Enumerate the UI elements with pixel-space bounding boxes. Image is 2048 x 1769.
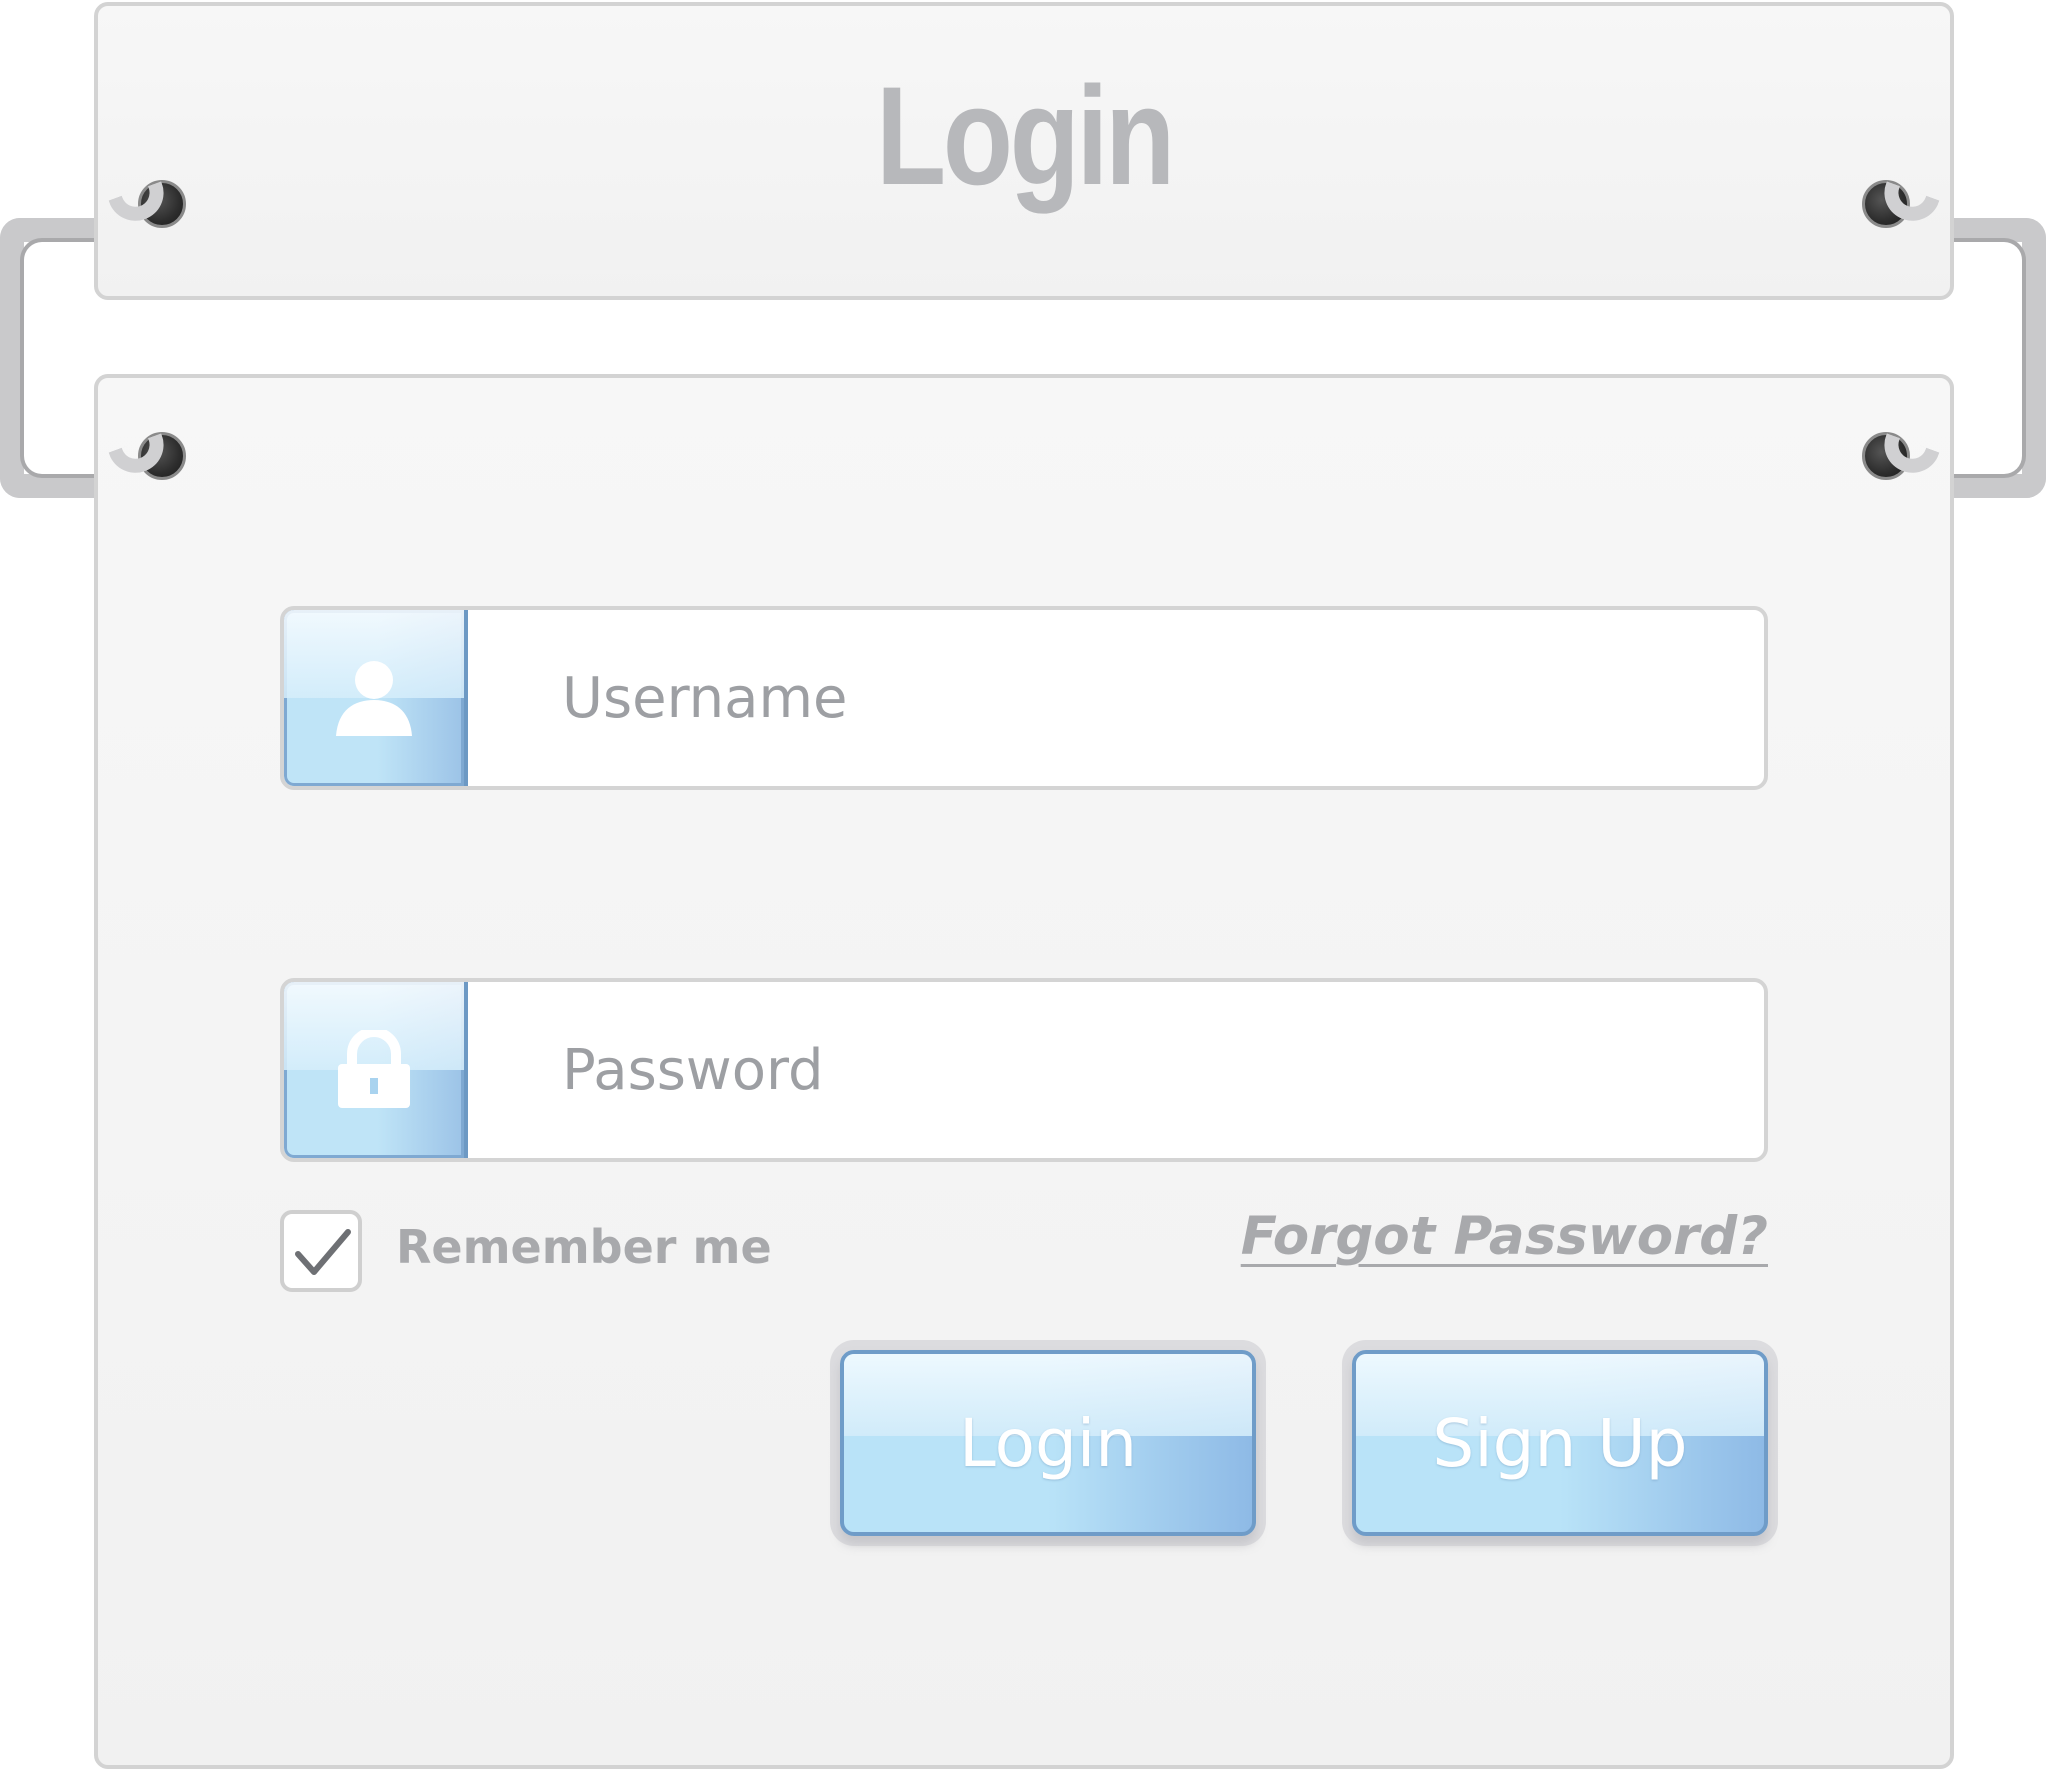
login-button-label: Login <box>958 1404 1138 1482</box>
sign-up-button-label: Sign Up <box>1432 1404 1688 1482</box>
username-input[interactable] <box>468 610 1764 786</box>
username-field-row <box>280 606 1768 790</box>
login-button[interactable]: Login <box>840 1350 1256 1536</box>
password-input[interactable] <box>468 982 1764 1158</box>
page-title: Login <box>876 57 1175 214</box>
remember-me-checkbox[interactable] <box>280 1210 362 1292</box>
remember-me-label: Remember me <box>396 1220 772 1274</box>
header-panel: Login <box>94 2 1954 300</box>
password-icon-box <box>284 982 468 1158</box>
forgot-password-link[interactable]: Forgot Password? <box>1241 1207 1768 1266</box>
user-icon <box>336 661 412 736</box>
lock-icon <box>338 1030 410 1108</box>
username-icon-box <box>284 610 468 786</box>
password-field-row <box>280 978 1768 1162</box>
checkmark-icon <box>295 1229 351 1275</box>
sign-up-button[interactable]: Sign Up <box>1352 1350 1768 1536</box>
